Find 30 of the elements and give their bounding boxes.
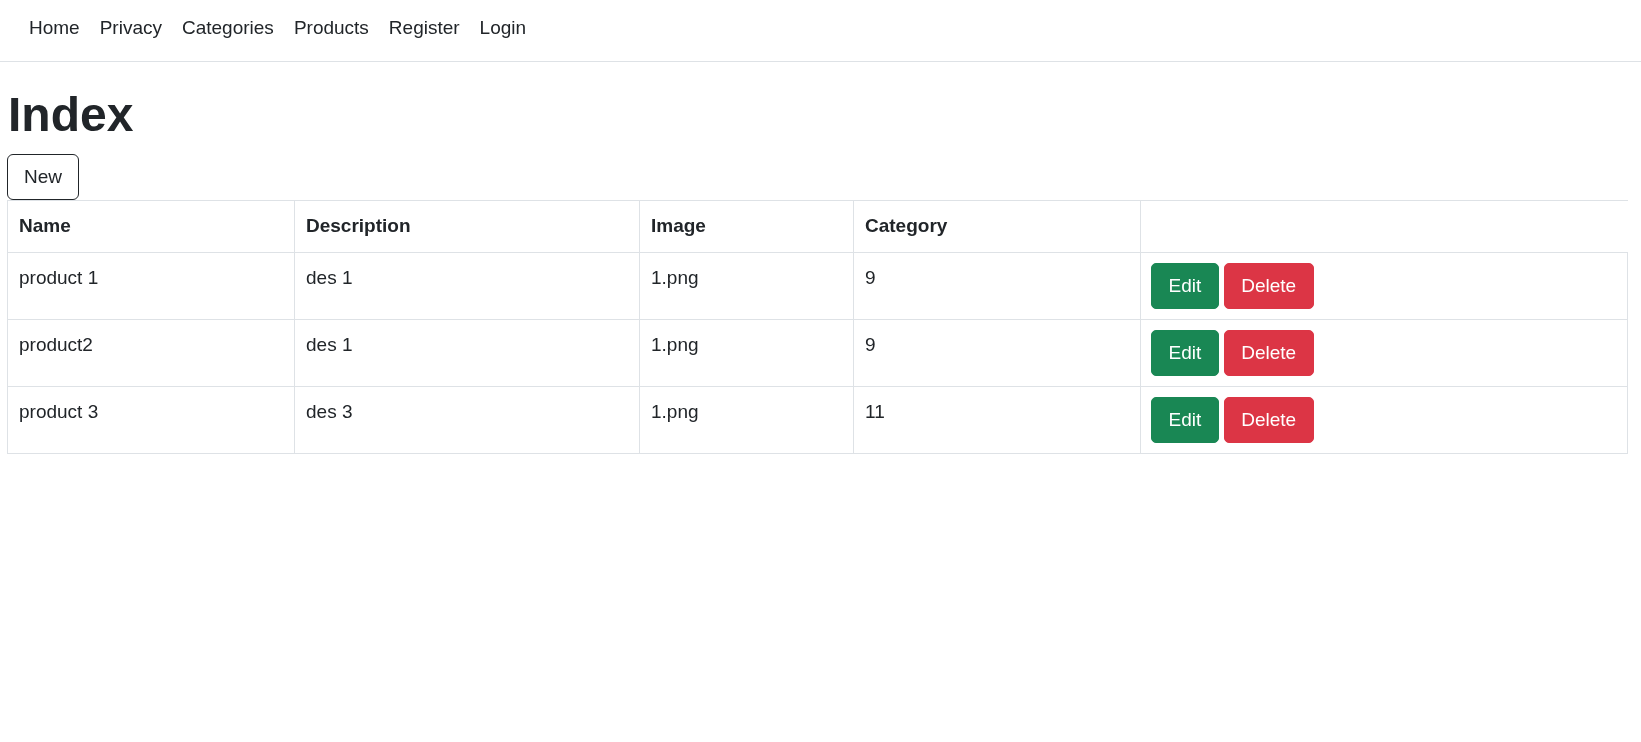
edit-button[interactable]: Edit xyxy=(1151,396,1219,443)
page-heading: Index xyxy=(7,86,135,143)
table-cell: 1.png xyxy=(639,319,854,386)
table-cell: des 1 xyxy=(294,252,640,319)
table-header-cell: Name xyxy=(7,200,295,252)
table-cell: 9 xyxy=(853,319,1141,386)
table-cell: 1.png xyxy=(639,252,854,319)
table-cell: product 1 xyxy=(7,252,295,319)
nav-link[interactable]: Privacy xyxy=(89,13,172,42)
table-cell: 1.png xyxy=(639,386,854,453)
delete-button[interactable]: Delete xyxy=(1223,396,1314,443)
edit-button[interactable]: Edit xyxy=(1151,262,1219,309)
nav-link[interactable]: Products xyxy=(283,13,379,42)
table-header-cell: Description xyxy=(294,200,640,252)
delete-button[interactable]: Delete xyxy=(1223,262,1314,309)
table-cell: product2 xyxy=(7,319,295,386)
table-cell: 11 xyxy=(853,386,1141,453)
table-cell: 9 xyxy=(853,252,1141,319)
table-cell: des 1 xyxy=(294,319,640,386)
nav-link[interactable]: Home xyxy=(19,13,90,42)
new-button[interactable]: New xyxy=(7,153,79,200)
delete-button[interactable]: Delete xyxy=(1223,329,1314,376)
nav-link[interactable]: Categories xyxy=(172,13,284,42)
table-header-cell: Image xyxy=(639,200,854,252)
nav-link[interactable]: Register xyxy=(378,13,470,42)
edit-button[interactable]: Edit xyxy=(1151,329,1219,376)
nav-link[interactable]: Login xyxy=(469,13,537,42)
table-cell: des 3 xyxy=(294,386,640,453)
table-header-cell: Category xyxy=(853,200,1141,252)
table-cell: product 3 xyxy=(7,386,295,453)
